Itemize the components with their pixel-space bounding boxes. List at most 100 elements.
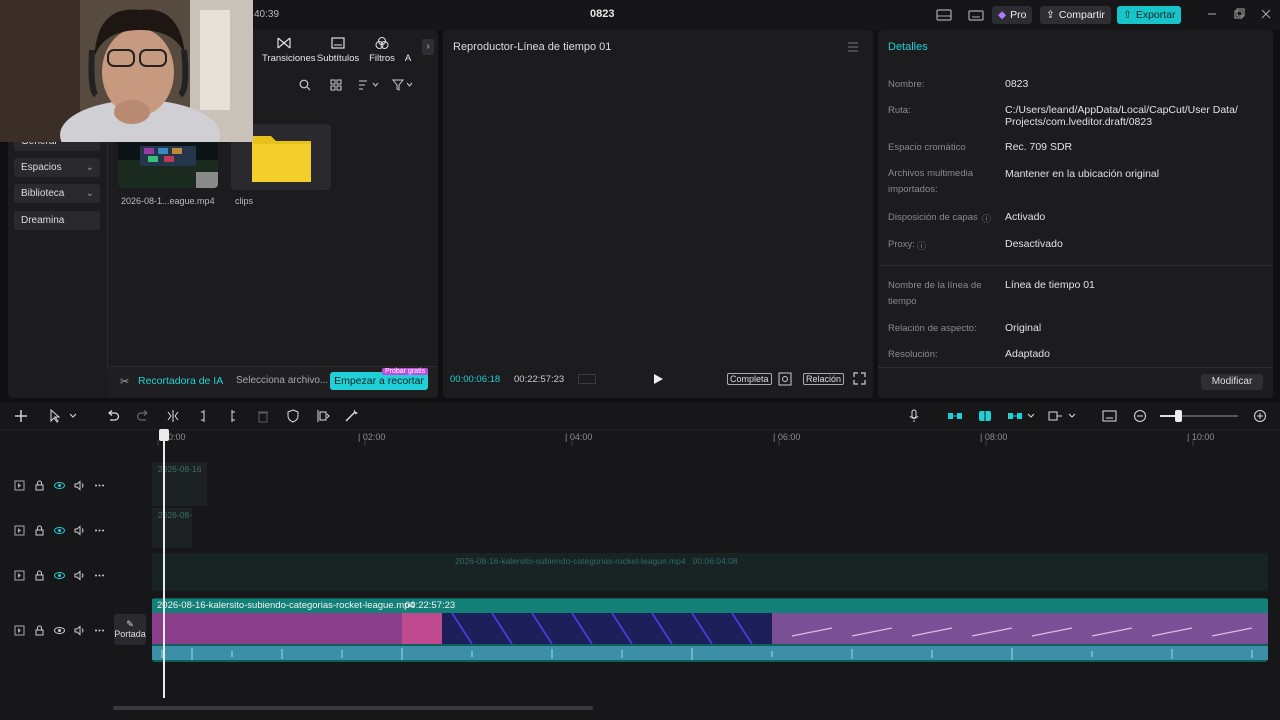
tab-more[interactable]: A bbox=[396, 36, 420, 64]
trim-right-icon[interactable] bbox=[225, 409, 239, 423]
ai-select-file[interactable]: Selecciona archivo... bbox=[236, 375, 328, 386]
detail-value: C:/Users/leand/AppData/Local/CapCut/User… bbox=[1005, 104, 1238, 128]
filter-icon[interactable] bbox=[392, 79, 414, 91]
cover-button[interactable]: ✎ Portada bbox=[114, 614, 146, 645]
volume-icon[interactable] bbox=[74, 569, 85, 581]
magnet-icon[interactable] bbox=[977, 409, 993, 423]
lock-icon[interactable] bbox=[34, 525, 45, 536]
keyboard-icon[interactable] bbox=[968, 8, 984, 22]
detail-value: Rec. 709 SDR bbox=[1005, 141, 1073, 153]
timeline-toolbar bbox=[0, 402, 1280, 430]
horizontal-scrollbar[interactable] bbox=[113, 706, 593, 710]
track-controls bbox=[14, 479, 104, 491]
screenshot-icon[interactable] bbox=[778, 372, 792, 386]
tab-subtitulos[interactable]: Subtítulos bbox=[316, 36, 360, 64]
chevron-right-icon[interactable]: › bbox=[422, 39, 434, 55]
more-options-icon[interactable] bbox=[94, 525, 105, 536]
zoom-in-icon[interactable] bbox=[1253, 409, 1267, 423]
chevron-down-icon: ⌄ bbox=[85, 162, 94, 173]
transitions-icon bbox=[277, 36, 291, 50]
restore-icon[interactable] bbox=[1233, 8, 1247, 22]
trim-left-icon[interactable] bbox=[197, 409, 211, 423]
play-icon[interactable] bbox=[652, 373, 664, 385]
detail-value: Línea de tiempo 01 bbox=[1005, 279, 1095, 291]
link-main-track-icon[interactable] bbox=[947, 409, 963, 423]
zoom-out-icon[interactable] bbox=[1133, 409, 1147, 423]
volume-icon[interactable] bbox=[74, 524, 85, 536]
media-thumbnail-video[interactable] bbox=[118, 140, 218, 188]
total-time: 00:22:57:23 bbox=[514, 374, 565, 385]
more-options-icon[interactable] bbox=[94, 625, 105, 636]
volume-icon[interactable] bbox=[74, 479, 85, 491]
split-icon[interactable] bbox=[166, 409, 180, 423]
aspect-ratio-button[interactable]: Relación bbox=[803, 373, 845, 385]
more-options-icon[interactable] bbox=[94, 480, 105, 491]
select-tool-icon[interactable] bbox=[48, 409, 80, 423]
export-button[interactable]: ⇧ Exportar bbox=[1117, 6, 1181, 24]
edit-icon: ✎ bbox=[126, 619, 134, 629]
undo-icon[interactable] bbox=[106, 409, 120, 423]
clip-name: 2026-08-16-kalersito-subiendo-categorias… bbox=[157, 600, 415, 611]
share-label: Compartir bbox=[1058, 9, 1105, 21]
add-icon[interactable] bbox=[14, 409, 28, 423]
sidebar-item-dreamina[interactable]: Dreamina bbox=[14, 211, 100, 230]
eye-icon[interactable] bbox=[54, 480, 65, 491]
full-quality-button[interactable]: Completa bbox=[727, 373, 772, 385]
lock-icon[interactable] bbox=[34, 625, 45, 636]
detail-label: Nombre: bbox=[888, 79, 925, 90]
fullscreen-icon[interactable] bbox=[853, 372, 866, 385]
timecode-grid-icon[interactable] bbox=[578, 374, 596, 384]
detail-value: Activado bbox=[1005, 211, 1046, 223]
track-expand-icon[interactable] bbox=[14, 570, 25, 581]
lock-icon[interactable] bbox=[34, 480, 45, 491]
detail-label: Proxy: bbox=[888, 239, 915, 250]
playhead-line[interactable] bbox=[163, 430, 165, 698]
preview-axis-icon[interactable] bbox=[1007, 409, 1037, 423]
faded-clip-label: 2026-08-16-kalersito-subiendo-categorias… bbox=[455, 556, 738, 566]
ruler-label: | 06:00 bbox=[773, 432, 801, 442]
track-expand-icon[interactable] bbox=[14, 625, 25, 636]
info-icon[interactable]: ⓘ bbox=[982, 212, 991, 225]
magic-wand-icon[interactable] bbox=[344, 409, 358, 423]
pro-label: Pro bbox=[1010, 9, 1027, 21]
webcam-overlay bbox=[0, 0, 253, 142]
sidebar-item-biblioteca[interactable]: Biblioteca ⌄ bbox=[14, 184, 100, 203]
playhead-handle[interactable] bbox=[159, 429, 169, 441]
layout-icon[interactable] bbox=[936, 8, 952, 22]
redo-icon[interactable] bbox=[136, 409, 150, 423]
media-item-label: clips bbox=[235, 196, 254, 206]
eye-icon[interactable] bbox=[54, 625, 65, 636]
microphone-icon[interactable] bbox=[907, 409, 921, 423]
lock-icon[interactable] bbox=[34, 570, 45, 581]
shield-icon[interactable] bbox=[286, 409, 300, 423]
current-time: 00:00:06:18 bbox=[450, 374, 501, 385]
eye-icon[interactable] bbox=[54, 570, 65, 581]
captions-icon[interactable] bbox=[1102, 409, 1118, 423]
timeline-ruler[interactable] bbox=[150, 430, 1280, 446]
delete-icon[interactable] bbox=[256, 409, 270, 423]
menu-icon[interactable] bbox=[847, 42, 859, 52]
track-expand-icon[interactable] bbox=[14, 480, 25, 491]
player-viewport[interactable] bbox=[444, 66, 872, 366]
modify-button[interactable]: Modificar bbox=[1201, 374, 1263, 390]
sort-icon[interactable] bbox=[358, 79, 380, 91]
close-icon[interactable] bbox=[1260, 8, 1274, 22]
freeze-frame-icon[interactable] bbox=[316, 409, 330, 423]
grid-view-icon[interactable] bbox=[330, 79, 342, 91]
sidebar-item-espacios[interactable]: Espacios ⌄ bbox=[14, 158, 100, 177]
more-options-icon[interactable] bbox=[94, 570, 105, 581]
export-label: Exportar bbox=[1135, 9, 1176, 21]
tab-transiciones[interactable]: Transiciones bbox=[262, 36, 316, 64]
search-icon[interactable] bbox=[299, 79, 311, 91]
share-button[interactable]: ⇪ Compartir bbox=[1040, 6, 1111, 24]
zoom-slider-handle[interactable] bbox=[1175, 410, 1182, 422]
eye-icon[interactable] bbox=[54, 525, 65, 536]
pro-button[interactable]: ◆ Pro bbox=[992, 6, 1033, 24]
info-icon[interactable]: ⓘ bbox=[917, 239, 926, 252]
snap-icon[interactable] bbox=[1048, 409, 1078, 423]
cover-label: Portada bbox=[114, 629, 146, 639]
minimize-icon[interactable] bbox=[1206, 8, 1220, 22]
track-expand-icon[interactable] bbox=[14, 525, 25, 536]
tab-label: A bbox=[404, 53, 412, 64]
volume-icon[interactable] bbox=[74, 624, 85, 636]
